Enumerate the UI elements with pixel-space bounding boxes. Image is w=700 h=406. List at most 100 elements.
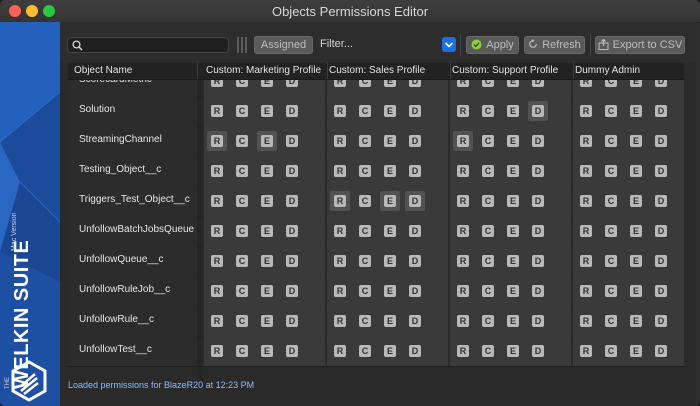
permission-checkbox-c[interactable]: C xyxy=(601,311,621,331)
permission-checkbox-r[interactable]: R xyxy=(453,191,473,211)
permission-checkbox-e[interactable]: E xyxy=(626,251,646,271)
object-name-cell[interactable]: UnfollowTest__c xyxy=(68,336,197,366)
permission-checkbox-e[interactable]: E xyxy=(626,80,646,91)
object-name-cell[interactable]: ScorecardMetric xyxy=(68,80,197,96)
permission-checkbox-e[interactable]: E xyxy=(257,221,277,241)
permission-checkbox-e[interactable]: E xyxy=(503,131,523,151)
permission-checkbox-r[interactable]: R xyxy=(207,341,227,361)
permission-checkbox-r[interactable]: R xyxy=(330,311,350,331)
permission-checkbox-d[interactable]: D xyxy=(651,191,671,211)
permission-checkbox-d[interactable]: D xyxy=(282,191,302,211)
permission-checkbox-d[interactable]: D xyxy=(528,251,548,271)
object-name-cell[interactable]: Testing_Object__c xyxy=(68,156,197,186)
permission-checkbox-e[interactable]: E xyxy=(503,341,523,361)
permission-checkbox-c[interactable]: C xyxy=(232,161,252,181)
permission-checkbox-c[interactable]: C xyxy=(232,311,252,331)
permission-checkbox-d[interactable]: D xyxy=(651,281,671,301)
refresh-button[interactable]: Refresh xyxy=(524,36,585,54)
permission-checkbox-d[interactable]: D xyxy=(282,101,302,121)
permission-checkbox-d[interactable]: D xyxy=(282,131,302,151)
permission-checkbox-r[interactable]: R xyxy=(576,311,596,331)
filter-dropdown-toggle[interactable] xyxy=(442,37,456,52)
object-name-cell[interactable]: UnfollowQueue__c xyxy=(68,246,197,276)
permission-checkbox-d[interactable]: D xyxy=(528,101,548,121)
permission-checkbox-r[interactable]: R xyxy=(207,80,227,91)
assigned-button[interactable]: Assigned xyxy=(254,36,313,54)
permission-checkbox-c[interactable]: C xyxy=(232,221,252,241)
permission-checkbox-d[interactable]: D xyxy=(405,80,425,91)
permission-checkbox-e[interactable]: E xyxy=(380,281,400,301)
permission-checkbox-d[interactable]: D xyxy=(405,281,425,301)
permission-checkbox-c[interactable]: C xyxy=(478,281,498,301)
permission-checkbox-c[interactable]: C xyxy=(355,281,375,301)
permission-checkbox-d[interactable]: D xyxy=(651,80,671,91)
permission-checkbox-e[interactable]: E xyxy=(257,281,277,301)
permission-checkbox-e[interactable]: E xyxy=(503,281,523,301)
permission-checkbox-e[interactable]: E xyxy=(503,80,523,91)
permission-checkbox-e[interactable]: E xyxy=(503,311,523,331)
permission-checkbox-d[interactable]: D xyxy=(651,311,671,331)
permission-checkbox-r[interactable]: R xyxy=(576,80,596,91)
permission-checkbox-c[interactable]: C xyxy=(601,221,621,241)
permission-checkbox-d[interactable]: D xyxy=(282,80,302,91)
permission-checkbox-c[interactable]: C xyxy=(601,101,621,121)
permission-checkbox-r[interactable]: R xyxy=(576,161,596,181)
permission-checkbox-e[interactable]: E xyxy=(380,101,400,121)
permission-checkbox-d[interactable]: D xyxy=(528,341,548,361)
permission-checkbox-e[interactable]: E xyxy=(626,311,646,331)
permission-checkbox-r[interactable]: R xyxy=(576,281,596,301)
permission-checkbox-d[interactable]: D xyxy=(405,131,425,151)
permission-checkbox-e[interactable]: E xyxy=(503,191,523,211)
permission-checkbox-c[interactable]: C xyxy=(355,131,375,151)
permission-checkbox-d[interactable]: D xyxy=(528,311,548,331)
permission-checkbox-d[interactable]: D xyxy=(651,161,671,181)
permission-checkbox-c[interactable]: C xyxy=(478,80,498,91)
permission-checkbox-e[interactable]: E xyxy=(626,341,646,361)
permission-checkbox-d[interactable]: D xyxy=(405,251,425,271)
permission-checkbox-r[interactable]: R xyxy=(453,101,473,121)
column-header-profile[interactable]: Dummy Admin xyxy=(575,65,683,76)
permission-checkbox-d[interactable]: D xyxy=(528,221,548,241)
permission-checkbox-r[interactable]: R xyxy=(207,161,227,181)
permission-checkbox-r[interactable]: R xyxy=(207,221,227,241)
permission-checkbox-r[interactable]: R xyxy=(207,101,227,121)
permission-checkbox-c[interactable]: C xyxy=(478,191,498,211)
permission-checkbox-c[interactable]: C xyxy=(478,221,498,241)
permission-checkbox-r[interactable]: R xyxy=(453,161,473,181)
filter-dropdown[interactable]: Filter... xyxy=(316,36,456,54)
permission-checkbox-e[interactable]: E xyxy=(257,101,277,121)
permission-checkbox-r[interactable]: R xyxy=(576,221,596,241)
permission-checkbox-c[interactable]: C xyxy=(232,80,252,91)
column-header-profile[interactable]: Custom: Marketing Profile xyxy=(206,65,324,76)
permission-checkbox-c[interactable]: C xyxy=(355,80,375,91)
permission-checkbox-e[interactable]: E xyxy=(626,281,646,301)
permission-checkbox-r[interactable]: R xyxy=(207,251,227,271)
permission-checkbox-e[interactable]: E xyxy=(380,191,400,211)
permission-checkbox-e[interactable]: E xyxy=(257,131,277,151)
search-box[interactable] xyxy=(67,37,229,53)
object-name-cell[interactable]: UnfollowRule__c xyxy=(68,306,197,336)
permission-checkbox-r[interactable]: R xyxy=(453,281,473,301)
permission-checkbox-r[interactable]: R xyxy=(207,191,227,211)
permission-checkbox-r[interactable]: R xyxy=(453,251,473,271)
permission-checkbox-d[interactable]: D xyxy=(528,131,548,151)
permission-checkbox-r[interactable]: R xyxy=(453,80,473,91)
permission-checkbox-r[interactable]: R xyxy=(330,131,350,151)
permission-checkbox-c[interactable]: C xyxy=(478,101,498,121)
permission-checkbox-r[interactable]: R xyxy=(330,251,350,271)
permission-checkbox-d[interactable]: D xyxy=(528,80,548,91)
permission-checkbox-c[interactable]: C xyxy=(601,341,621,361)
permission-checkbox-e[interactable]: E xyxy=(257,161,277,181)
permission-checkbox-c[interactable]: C xyxy=(232,131,252,151)
permission-checkbox-e[interactable]: E xyxy=(626,101,646,121)
column-header-profile[interactable]: Custom: Sales Profile xyxy=(329,65,447,76)
apply-button[interactable]: Apply xyxy=(466,36,519,54)
permission-checkbox-r[interactable]: R xyxy=(207,311,227,331)
permission-checkbox-c[interactable]: C xyxy=(478,311,498,331)
permission-checkbox-c[interactable]: C xyxy=(478,161,498,181)
object-name-cell[interactable]: StreamingChannel xyxy=(68,126,197,156)
permission-checkbox-r[interactable]: R xyxy=(330,101,350,121)
permission-checkbox-d[interactable]: D xyxy=(282,311,302,331)
permission-checkbox-r[interactable]: R xyxy=(576,191,596,211)
permission-checkbox-e[interactable]: E xyxy=(380,341,400,361)
